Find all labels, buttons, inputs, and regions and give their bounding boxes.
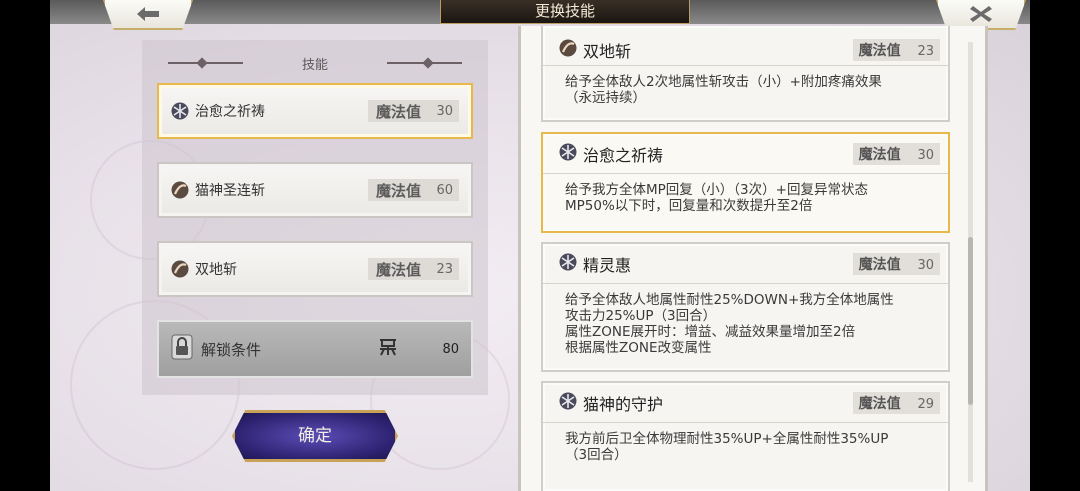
- skill-slot-2[interactable]: 猫神圣连斩 魔法值 60: [157, 162, 473, 218]
- mp-label: 魔法值: [375, 181, 421, 200]
- mp-label: 魔法值: [858, 395, 901, 412]
- heading-ornament: [387, 62, 462, 64]
- skill-description: 给予全体敌人地属性耐性25%DOWN+我方全体地属性 攻击力25%UP（3回合）…: [543, 284, 948, 364]
- snowflake-icon: [559, 253, 577, 275]
- page-title: 更换技能: [440, 0, 690, 24]
- mp-value: 30: [436, 103, 453, 119]
- skill-card-2[interactable]: 治愈之祈祷 魔法值 30 给予我方全体MP回复（小）（3次）+回复异常状态 MP…: [541, 132, 950, 233]
- mp-value: 29: [917, 396, 934, 412]
- mp-tag: 魔法值 30: [367, 100, 459, 122]
- description-line: 给予全体敌人2次地属性斩攻击（小）+附加疼痛效果: [565, 74, 882, 90]
- mp-value: 60: [436, 182, 453, 198]
- skill-card-3[interactable]: 精灵惠 魔法值 30 给予全体敌人地属性耐性25%DOWN+我方全体地属性 攻击…: [541, 242, 950, 372]
- mp-label: 魔法值: [858, 42, 901, 59]
- slash-orb-icon: [171, 181, 189, 199]
- description-line: 给予全体敌人地属性耐性25%DOWN+我方全体地属性: [565, 292, 894, 308]
- skill-slot-name: 治愈之祈祷: [195, 104, 265, 120]
- mp-tag: 魔法值 30: [852, 252, 940, 275]
- card-header: 精灵惠 魔法值 30: [543, 244, 948, 284]
- locked-skill-slot[interactable]: 解锁条件 80: [157, 320, 473, 378]
- mp-value: 23: [436, 261, 453, 277]
- mp-value: 30: [917, 147, 934, 163]
- mp-tag: 魔法值 29: [852, 391, 940, 414]
- mp-tag: 魔法值 23: [852, 38, 940, 61]
- description-line: 我方前后卫全体物理耐性35%UP+全属性耐性35%UP: [565, 431, 889, 447]
- scrollbar-thumb[interactable]: [968, 237, 973, 405]
- card-header: 双地斩 魔法值 23: [543, 34, 948, 66]
- card-header: 治愈之祈祷 魔法值 30: [543, 134, 948, 174]
- mp-tag: 魔法值 23: [367, 258, 459, 280]
- mp-label: 魔法值: [858, 256, 901, 273]
- slash-orb-icon: [559, 39, 577, 61]
- skill-name: 精灵惠: [583, 255, 632, 275]
- snowflake-icon: [559, 143, 577, 165]
- arrow-left-icon: [137, 7, 159, 21]
- description-line: 攻击力25%UP（3回合）: [565, 308, 717, 324]
- unlock-condition-label: 解锁条件: [201, 340, 262, 359]
- mp-value: 30: [917, 257, 934, 273]
- snowflake-icon: [171, 102, 189, 120]
- skill-name: 双地斩: [583, 41, 632, 61]
- skill-description: 我方前后卫全体物理耐性35%UP+全属性耐性35%UP （3回合）: [543, 423, 948, 471]
- skill-name: 治愈之祈祷: [583, 145, 664, 165]
- mp-value: 23: [917, 43, 934, 59]
- mp-tag: 魔法值 60: [367, 179, 459, 201]
- skill-slot-name: 猫神圣连斩: [195, 183, 265, 199]
- description-line: （永远持续）: [565, 90, 646, 106]
- description-line: MP50%以下时，回复量和次数提升至2倍: [565, 198, 813, 214]
- description-line: 属性ZONE展开时：增益、减益效果量增加至2倍: [565, 324, 856, 340]
- padlock-icon: [171, 334, 193, 364]
- unlock-cost: 80: [442, 341, 459, 357]
- skill-description: 给予我方全体MP回复（小）（3次）+回复异常状态 MP50%以下时，回复量和次数…: [543, 174, 948, 222]
- mp-label: 魔法值: [375, 260, 421, 279]
- description-line: 根据属性ZONE改变属性: [565, 340, 712, 356]
- mp-tag: 魔法值 30: [852, 142, 940, 165]
- skill-description: 给予全体敌人2次地属性斩攻击（小）+附加疼痛效果 （永远持续）: [543, 66, 948, 114]
- card-header: 猫神的守护 魔法值 29: [543, 383, 948, 423]
- mp-label: 魔法值: [858, 146, 901, 163]
- description-line: 给予我方全体MP回复（小）（3次）+回复异常状态: [565, 182, 868, 198]
- description-line: （3回合）: [565, 447, 628, 463]
- skill-card-4[interactable]: 猫神的守护 魔法值 29 我方前后卫全体物理耐性35%UP+全属性耐性35%UP…: [541, 381, 950, 491]
- skill-card-1[interactable]: 双地斩 魔法值 23 给予全体敌人2次地属性斩攻击（小）+附加疼痛效果 （永远持…: [541, 26, 950, 122]
- snowflake-icon: [559, 392, 577, 414]
- back-button[interactable]: [103, 0, 193, 30]
- mp-label: 魔法值: [375, 102, 421, 121]
- close-icon: [970, 6, 992, 22]
- skill-slot-1[interactable]: 治愈之祈祷 魔法值 30: [157, 83, 473, 139]
- skill-name: 猫神的守护: [583, 394, 664, 414]
- skill-slot-3[interactable]: 双地斩 魔法值 23: [157, 241, 473, 297]
- skill-slot-name: 双地斩: [195, 262, 237, 278]
- slash-orb-icon: [171, 260, 189, 278]
- confirm-button[interactable]: 确定: [232, 410, 398, 462]
- soul-glyph-icon: [377, 337, 399, 361]
